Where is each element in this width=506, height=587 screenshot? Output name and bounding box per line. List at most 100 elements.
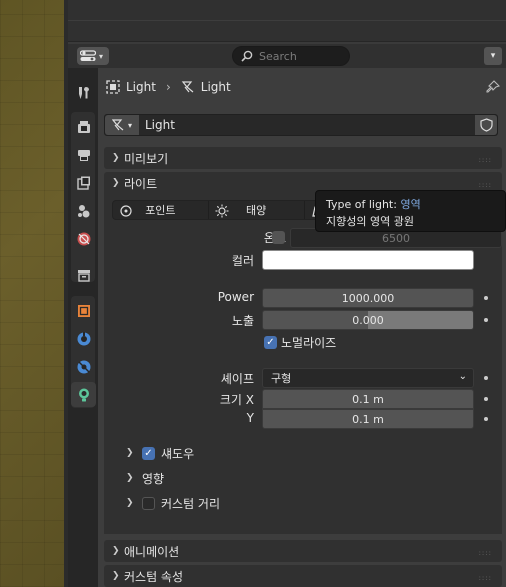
chevron-right-icon: ❯: [112, 153, 120, 163]
light-bulb-icon: [78, 388, 89, 401]
tab-tool[interactable]: [71, 80, 96, 105]
panel-preview-header[interactable]: ❯ 미리보기 ::::: [104, 147, 502, 169]
light-type-point-label: 포인트: [145, 204, 176, 217]
options-dropdown-button[interactable]: ▾: [484, 47, 502, 65]
sun-icon: [215, 204, 229, 218]
power-label: Power: [217, 290, 254, 304]
object-icon: [77, 304, 90, 317]
light-type-point[interactable]: 포인트: [113, 201, 209, 219]
subpanel-influence-title: 영향: [142, 471, 165, 486]
datablock-browse-button[interactable]: ▾: [105, 115, 139, 135]
chevron-down-icon: ▾: [490, 51, 496, 61]
area-light-icon: [111, 119, 124, 131]
tab-view-layer[interactable]: [71, 170, 96, 195]
shape-dropdown[interactable]: 구형 ⌄: [262, 368, 474, 388]
tab-object[interactable]: [71, 298, 96, 323]
tab-collection[interactable]: [71, 262, 96, 287]
chevron-down-icon: ▾: [127, 120, 132, 130]
properties-editor-icon: [80, 50, 96, 61]
subpanel-influence-header[interactable]: ❯ 영향: [126, 468, 164, 488]
drag-handle-icon[interactable]: ::::: [479, 574, 492, 582]
panel-light-body: 포인트 태양 6500 컬러 Power 1000.000 노출 0.000 ✓…: [104, 194, 502, 534]
physics-icon: [77, 360, 90, 373]
chevron-down-icon: ⌄: [458, 371, 467, 382]
datablock-name[interactable]: Light: [145, 118, 175, 132]
keyframe-dot-icon[interactable]: [484, 376, 488, 380]
keyframe-dot-icon[interactable]: [484, 417, 488, 421]
normalize-checkbox[interactable]: ✓: [264, 336, 277, 349]
panel-custom-props-header[interactable]: ❯ 커스텀 속성 ::::: [104, 565, 502, 587]
properties-tab-bar: [68, 68, 98, 587]
size-x-field[interactable]: 0.1 m: [262, 389, 474, 409]
tab-output[interactable]: [71, 142, 96, 167]
chevron-right-icon: ❯: [112, 571, 120, 581]
custom-distance-checkbox[interactable]: [142, 496, 155, 510]
chevron-right-icon: ›: [165, 80, 171, 94]
subpanel-custom-distance-header[interactable]: ❯ 커스텀 거리: [126, 493, 220, 513]
chevron-right-icon: ❯: [126, 473, 134, 483]
chevron-right-icon: ❯: [112, 546, 120, 556]
chevron-right-icon: ❯: [126, 498, 134, 508]
power-field[interactable]: 1000.000: [262, 288, 474, 308]
tooltip: Type of light: 영역 지향성의 영역 광원: [315, 190, 506, 232]
keyframe-dot-icon[interactable]: [484, 296, 488, 300]
shadow-checkbox[interactable]: ✓: [142, 446, 155, 460]
panel-animation-header[interactable]: ❯ 애니메이션 ::::: [104, 540, 502, 562]
breadcrumb-data-name: Light: [200, 80, 231, 94]
size-x-label: 크기 X: [219, 393, 254, 407]
color-label: 컬러: [231, 254, 254, 268]
area-light-icon: [181, 81, 194, 93]
color-swatch[interactable]: [262, 250, 474, 270]
drag-handle-icon[interactable]: ::::: [479, 156, 492, 164]
panel-animation-title: 애니메이션: [124, 544, 180, 559]
search-placeholder: Search: [259, 49, 297, 63]
drag-handle-icon[interactable]: ::::: [479, 549, 492, 557]
properties-editor: ▾ Search ▾ Light › Light ▾ Light ❯ 미리보기 …: [68, 44, 506, 587]
render-icon: [77, 120, 90, 133]
exposure-slider[interactable]: 0.000: [262, 310, 474, 330]
world-icon: [77, 232, 90, 245]
search-field[interactable]: Search: [232, 46, 350, 66]
light-type-sun-label: 태양: [246, 204, 267, 217]
object-frame-icon: [106, 80, 120, 94]
tooltip-description: 지향성의 영역 광원: [326, 215, 414, 228]
tab-modifier[interactable]: [71, 326, 96, 351]
tab-scene[interactable]: [71, 198, 96, 223]
light-datablock-selector[interactable]: ▾ Light: [104, 114, 498, 136]
temperature-toggle[interactable]: [272, 231, 285, 244]
size-y-field[interactable]: 0.1 m: [262, 409, 474, 429]
tab-physics[interactable]: [71, 354, 96, 379]
tooltip-title-value: 영역: [400, 198, 421, 211]
tab-world[interactable]: [71, 226, 96, 251]
keyframe-dot-icon[interactable]: [484, 397, 488, 401]
normalize-checkbox-row[interactable]: ✓ 노멀라이즈: [264, 334, 336, 351]
editor-type-button[interactable]: ▾: [77, 47, 109, 65]
chevron-down-icon: ▾: [99, 51, 104, 61]
power-value: 1000.000: [341, 291, 395, 305]
3d-viewport[interactable]: [0, 0, 64, 587]
view-layer-icon: [76, 176, 90, 190]
exposure-label: 노출: [231, 314, 254, 328]
tab-light-data[interactable]: [71, 382, 96, 407]
exposure-value: 0.000: [352, 313, 384, 327]
point-light-icon: [120, 205, 132, 217]
shape-value: 구형: [271, 372, 292, 385]
keyframe-dot-icon[interactable]: [484, 318, 488, 322]
light-type-sun[interactable]: 태양: [209, 201, 305, 219]
drag-handle-icon[interactable]: ::::: [479, 181, 492, 189]
collection-icon: [77, 269, 90, 282]
output-icon: [77, 149, 90, 161]
pin-icon[interactable]: [486, 80, 501, 97]
fake-user-button[interactable]: [475, 115, 497, 135]
tab-render[interactable]: [71, 114, 96, 139]
shape-label: 셰이프: [220, 372, 254, 386]
size-y-value: 0.1 m: [352, 412, 384, 426]
outliner-area: [68, 0, 506, 42]
panel-light-title: 라이트: [124, 176, 158, 191]
properties-content: Light › Light ▾ Light ❯ 미리보기:::: ❯ 라이트 …: [98, 68, 506, 587]
chevron-right-icon: ❯: [126, 448, 134, 458]
size-y-label: Y: [246, 411, 254, 425]
subpanel-shadow-header[interactable]: ❯ ✓ 섀도우: [126, 443, 194, 463]
breadcrumb-object-name: Light: [126, 80, 156, 94]
modifier-icon: [77, 331, 90, 345]
